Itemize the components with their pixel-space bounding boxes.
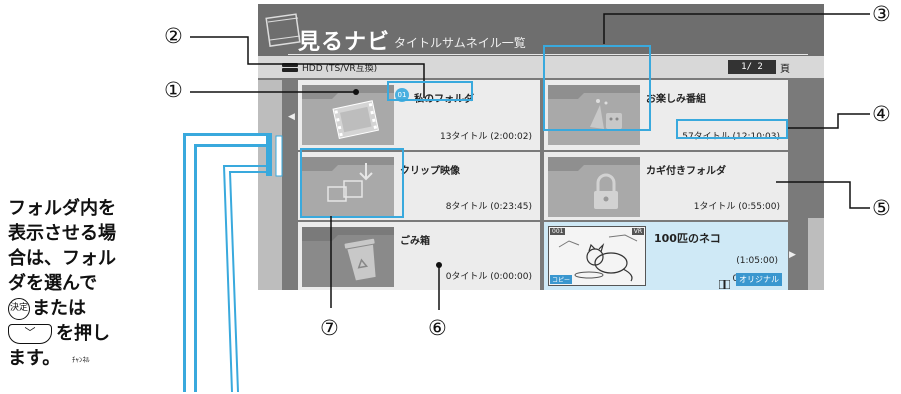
callout-3-leader (603, 13, 870, 44)
callout-4-number: ④ (872, 102, 891, 126)
callout-2-number: ② (164, 24, 183, 48)
channel-down-button-icon: ﹀ (8, 324, 52, 344)
page-indicator: 1/ 2 (728, 60, 776, 74)
or-text: または (32, 298, 86, 319)
left-arrow-icon[interactable]: ◀ (288, 112, 295, 122)
callout-7-highlight (300, 148, 404, 218)
folder-name: ごみ箱 (400, 236, 430, 247)
callout-1-number: ① (164, 78, 183, 102)
original-tag: オリジナル (736, 273, 782, 286)
folder-info: 8タイトル (0:23:45) (445, 202, 532, 212)
flow-arrow-graphic (183, 133, 283, 393)
callout-7-leader (330, 216, 332, 308)
callout-5-number: ⑤ (872, 196, 891, 220)
kettei-button-icon: 決定 (8, 298, 30, 320)
folder-info: 1タイトル (0:55:00) (693, 202, 780, 212)
instruction-line: 表示させる場 (8, 223, 116, 244)
instruction-line: ダを選んで (8, 273, 98, 294)
callout-4-leader (786, 113, 870, 129)
press-text: を押し (56, 323, 110, 344)
channel-sub-label: ﾁｬﾝﾈﾙ (72, 356, 90, 364)
folder-card-locked[interactable]: カギ付きフォルダ 1タイトル (0:55:00) (544, 152, 788, 220)
book-icon (718, 274, 731, 290)
trash-icon (302, 227, 394, 287)
title-thumbnail: 001 VR コピー (548, 226, 646, 286)
lock-folder-icon (548, 157, 640, 217)
thumb-vr-badge: VR (631, 228, 644, 235)
folder-thumbnail (302, 227, 394, 287)
instruction-text: フォルダ内を 表示させる場 合は、フォル ダを選んで 決定 または ﹀ を押し ます… (8, 196, 158, 371)
thumb-number: 001 (550, 228, 566, 235)
instruction-line-channel: ﹀ を押し (8, 321, 158, 346)
right-arrow-icon[interactable]: ▶ (789, 250, 796, 260)
folder-thumbnail (548, 157, 640, 217)
right-scroll-panel[interactable] (808, 218, 824, 290)
callout-6-number: ⑥ (428, 316, 447, 340)
folder-card-trash[interactable]: ごみ箱 0タイトル (0:00:00) (298, 222, 540, 290)
callout-3-highlight (543, 45, 651, 131)
instruction-line-kettei: 決定 または (8, 296, 158, 321)
folder-name: お楽しみ番組 (646, 94, 706, 105)
title-card-100-cats[interactable]: 001 VR コピー 100匹のネコ (1:05:00) 06 オリジナル (544, 222, 788, 290)
folder-info: 13タイトル (2:00:02) (439, 132, 532, 142)
title-duration: (1:05:00) (736, 256, 778, 266)
folder-name: カギ付きフォルダ (646, 166, 726, 177)
instruction-line: フォルダ内を (8, 198, 116, 219)
page-unit: 頁 (780, 64, 790, 75)
folder-info: 0タイトル (0:00:00) (445, 272, 532, 282)
instruction-line: 合は、フォル (8, 248, 116, 269)
callout-7-number: ⑦ (320, 316, 339, 340)
title-name: 100匹のネコ (654, 232, 721, 245)
callout-4-highlight (676, 119, 788, 139)
folder-name: クリップ映像 (400, 166, 460, 177)
callout-1-leader (190, 89, 359, 95)
thumb-copy-badge: コピー (550, 275, 573, 284)
callout-6-leader (436, 262, 442, 310)
callout-5-leader (776, 181, 870, 209)
